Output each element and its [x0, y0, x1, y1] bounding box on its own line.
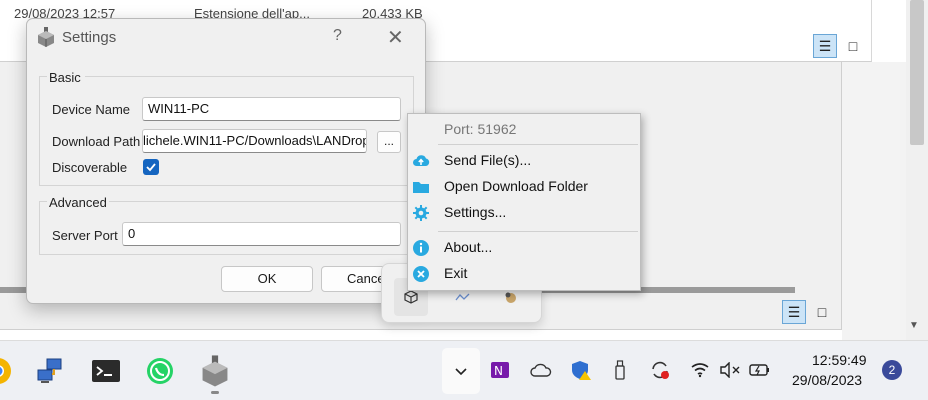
onenote-tray-icon[interactable]: N — [489, 359, 511, 381]
cancel-button[interactable]: Cance — [321, 266, 387, 292]
wifi-tray-icon[interactable] — [689, 359, 711, 381]
chevron-down-icon — [455, 368, 467, 376]
dialog-title-bar[interactable]: Settings ? ✕ — [27, 19, 425, 57]
exit-label: Exit — [444, 265, 468, 281]
scroll-down-arrow-icon[interactable]: ▼ — [909, 320, 919, 331]
terminal-icon — [92, 360, 120, 382]
folder-icon — [413, 182, 429, 193]
wifi-icon — [691, 363, 709, 378]
onenote-icon: N — [491, 362, 509, 378]
settings-label: Settings... — [444, 204, 507, 220]
scrollbar-thumb[interactable] — [910, 0, 924, 145]
usb-tray-icon[interactable] — [609, 359, 631, 381]
close-icon[interactable]: ✕ — [387, 25, 404, 50]
send-files-label: Send File(s)... — [444, 152, 532, 168]
info-icon — [413, 240, 429, 256]
onedrive-tray-icon[interactable] — [530, 359, 552, 381]
discoverable-label: Discoverable — [52, 160, 128, 175]
sync-tray-icon[interactable] — [649, 359, 671, 381]
landrop-box-icon — [202, 355, 228, 387]
shield-warning-icon — [572, 361, 591, 380]
help-button[interactable]: ? — [333, 27, 342, 45]
taskbar: N 12:59:49 29/08/2023 2 — [0, 340, 928, 400]
tiles-view-button[interactable]: □ — [841, 34, 865, 58]
running-indicator — [211, 391, 219, 394]
gear-icon — [413, 205, 429, 221]
terminal-taskbar-icon[interactable] — [90, 355, 122, 387]
clock-time[interactable]: 12:59:49 — [812, 352, 867, 368]
notification-badge[interactable]: 2 — [882, 360, 902, 380]
device-name-field[interactable]: WIN11-PC — [142, 97, 401, 121]
settings-dialog: Settings ? ✕ Basic Device Name WIN11-PC … — [26, 18, 426, 304]
box-icon — [404, 290, 418, 304]
whatsapp-taskbar-icon[interactable] — [144, 355, 176, 387]
cloud-icon — [530, 363, 552, 377]
network-icon — [455, 293, 470, 301]
usb-drive-icon — [615, 360, 625, 380]
close-circle-icon — [413, 266, 429, 282]
speaker-muted-icon — [720, 362, 740, 378]
landrop-taskbar-icon[interactable] — [199, 355, 231, 387]
volume-muted-tray-icon[interactable] — [719, 359, 741, 381]
show-hidden-icons-button[interactable] — [442, 348, 480, 394]
svg-text:N: N — [494, 364, 503, 378]
ok-button[interactable]: OK — [221, 266, 313, 292]
browse-button[interactable]: ... — [377, 131, 401, 153]
details-view-button[interactable]: ☰ — [813, 34, 837, 58]
about-label: About... — [444, 239, 493, 255]
tray-context-menu: Port: 51962 Send File(s)... Open Downloa… — [407, 113, 641, 291]
sync-record-icon — [652, 361, 669, 379]
dialog-title: Settings — [62, 29, 117, 46]
network-connections-taskbar-icon[interactable] — [34, 355, 66, 387]
cloud-upload-icon — [413, 155, 430, 166]
landrop-app-icon — [38, 27, 54, 47]
network-computers-icon — [37, 358, 62, 383]
server-port-field[interactable]: 0 — [122, 222, 401, 246]
port-header: Port: 51962 — [444, 121, 517, 137]
server-port-label: Server Port — [52, 228, 118, 243]
device-name-label: Device Name — [52, 102, 131, 117]
menu-separator — [438, 144, 638, 145]
whatsapp-icon — [147, 358, 173, 384]
tiles-view-button-2[interactable]: □ — [810, 300, 834, 324]
checkmark-icon — [146, 163, 156, 172]
menu-item-exit[interactable]: Exit — [408, 262, 640, 286]
menu-item-send-files[interactable]: Send File(s)... — [408, 149, 640, 173]
menu-item-open-download-folder[interactable]: Open Download Folder — [408, 175, 640, 199]
download-path-label: Download Path — [52, 134, 141, 149]
hand-icon — [505, 292, 516, 303]
details-view-button-2[interactable]: ☰ — [782, 300, 806, 324]
menu-separator — [438, 231, 638, 232]
open-download-folder-label: Open Download Folder — [444, 178, 588, 194]
battery-charging-icon — [749, 364, 769, 376]
menu-item-about[interactable]: About... — [408, 236, 640, 260]
chrome-icon — [0, 358, 11, 384]
discoverable-checkbox[interactable] — [143, 159, 159, 175]
battery-tray-icon[interactable] — [749, 359, 771, 381]
clock-date[interactable]: 29/08/2023 — [792, 372, 862, 388]
menu-item-settings[interactable]: Settings... — [408, 201, 640, 225]
security-tray-icon[interactable] — [570, 359, 592, 381]
download-path-field[interactable]: lichele.WIN11-PC/Downloads\LANDrop — [142, 129, 367, 153]
chrome-taskbar-icon[interactable] — [0, 355, 14, 387]
